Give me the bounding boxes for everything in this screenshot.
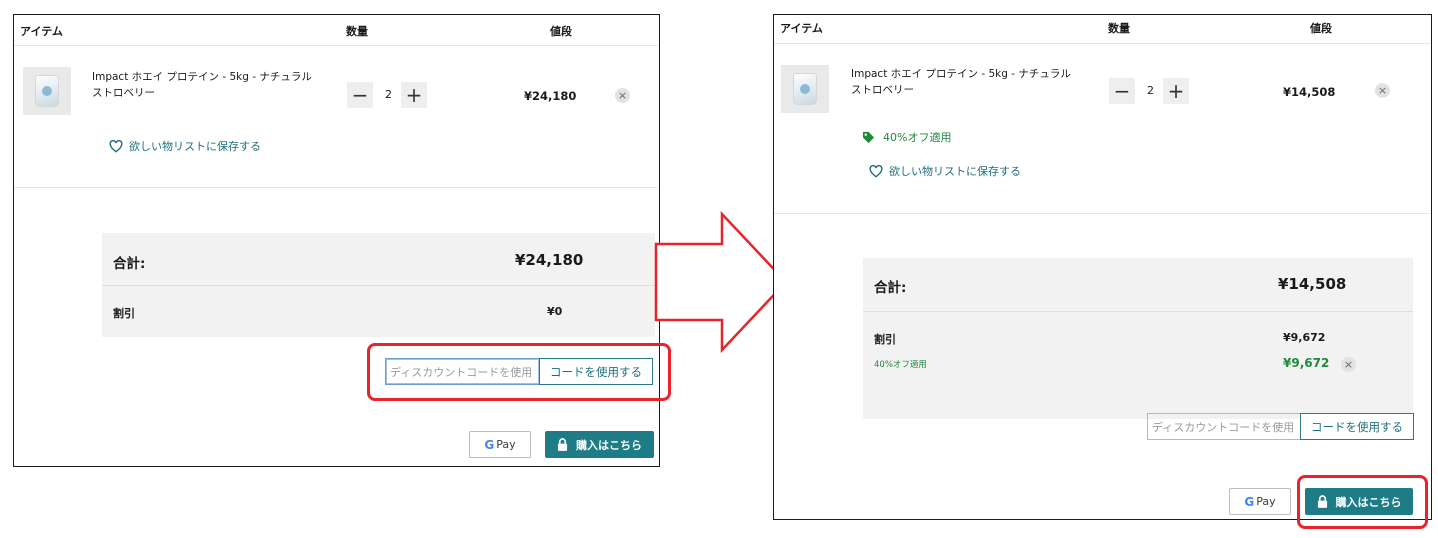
remove-item-icon[interactable]: × (1375, 83, 1390, 98)
apply-code-button[interactable]: コードを使用する (1300, 413, 1414, 440)
product-thumbnail[interactable] (23, 67, 71, 115)
heart-icon (869, 164, 883, 178)
discount-code-form: ディスカウントコードを使用 コードを使用する (1147, 413, 1414, 440)
column-header-item: アイテム (780, 22, 823, 35)
line-item-price: ¥14,508 (1283, 85, 1336, 99)
quantity-increase-button[interactable]: + (1163, 78, 1189, 104)
promo-applied: 40%オフ適用 (862, 129, 951, 145)
cart-panel-after: アイテム 数量 値段 Impact ホエイ プロテイン - 5kg - ナチュラ… (773, 14, 1432, 529)
checkout-button[interactable]: 購入はこちら (545, 431, 654, 458)
product-thumbnail[interactable] (781, 65, 829, 113)
gpay-label: Pay (1256, 495, 1276, 508)
product-name[interactable]: Impact ホエイ プロテイン - 5kg - ナチュラルストロベリー (92, 69, 322, 101)
summary-divider (102, 285, 655, 286)
quantity-value: 2 (385, 88, 392, 101)
transition-arrow-icon (654, 210, 788, 354)
discount-detail-value: ¥9,672 (1283, 356, 1330, 370)
header-divider (14, 45, 658, 46)
total-value: ¥14,508 (1278, 275, 1347, 293)
quantity-decrease-button[interactable]: − (1109, 78, 1135, 104)
item-divider (14, 187, 658, 188)
gpay-label: Pay (496, 438, 516, 451)
column-header-price: 値段 (550, 25, 572, 38)
quantity-increase-button[interactable]: + (401, 82, 427, 108)
lock-icon (557, 438, 568, 451)
column-header-quantity: 数量 (1108, 22, 1130, 35)
save-to-wishlist-link[interactable]: 欲しい物リストに保存する (869, 163, 1021, 179)
highlight-box-checkout (1297, 475, 1428, 529)
google-pay-button[interactable]: G Pay (1229, 488, 1291, 515)
discount-value: ¥9,672 (1283, 331, 1326, 344)
order-summary: 合計: ¥14,508 割引 ¥9,672 40%オフ適用 ¥9,672 × (863, 258, 1413, 419)
total-label: 合計: (113, 256, 146, 272)
heart-icon (109, 139, 123, 153)
remove-discount-icon[interactable]: × (1341, 357, 1356, 372)
wishlist-label: 欲しい物リストに保存する (129, 140, 261, 153)
discount-code-input[interactable]: ディスカウントコードを使用 (1147, 413, 1300, 440)
summary-divider (863, 311, 1413, 312)
line-item-price: ¥24,180 (524, 89, 577, 103)
google-g-icon: G (484, 437, 495, 452)
highlight-box-discount-code (367, 343, 671, 401)
total-value: ¥24,180 (515, 251, 584, 269)
quantity-decrease-button[interactable]: − (347, 82, 373, 108)
checkout-label: 購入はこちら (576, 438, 642, 452)
column-header-item: アイテム (20, 25, 63, 38)
discount-label: 割引 (874, 333, 896, 346)
price-tag-icon (862, 131, 875, 143)
order-summary: 合計: ¥24,180 割引 ¥0 (102, 233, 655, 337)
promo-applied-label: 40%オフ適用 (883, 131, 952, 144)
header-divider (774, 43, 1430, 44)
cart-panel-before: アイテム 数量 値段 Impact ホエイ プロテイン - 5kg - ナチュラ… (13, 14, 671, 467)
column-header-price: 値段 (1310, 22, 1332, 35)
wishlist-label: 欲しい物リストに保存する (889, 165, 1021, 178)
google-g-icon: G (1244, 494, 1255, 509)
discount-label: 割引 (113, 307, 135, 320)
save-to-wishlist-link[interactable]: 欲しい物リストに保存する (109, 138, 261, 154)
remove-item-icon[interactable]: × (615, 88, 630, 103)
product-name[interactable]: Impact ホエイ プロテイン - 5kg - ナチュラルストロベリー (851, 66, 1081, 98)
quantity-value: 2 (1147, 84, 1154, 97)
item-divider (774, 213, 1430, 214)
discount-value: ¥0 (547, 305, 563, 318)
total-label: 合計: (874, 280, 907, 296)
discount-detail-label: 40%オフ適用 (874, 360, 927, 370)
column-header-quantity: 数量 (346, 25, 368, 38)
google-pay-button[interactable]: G Pay (469, 431, 531, 458)
